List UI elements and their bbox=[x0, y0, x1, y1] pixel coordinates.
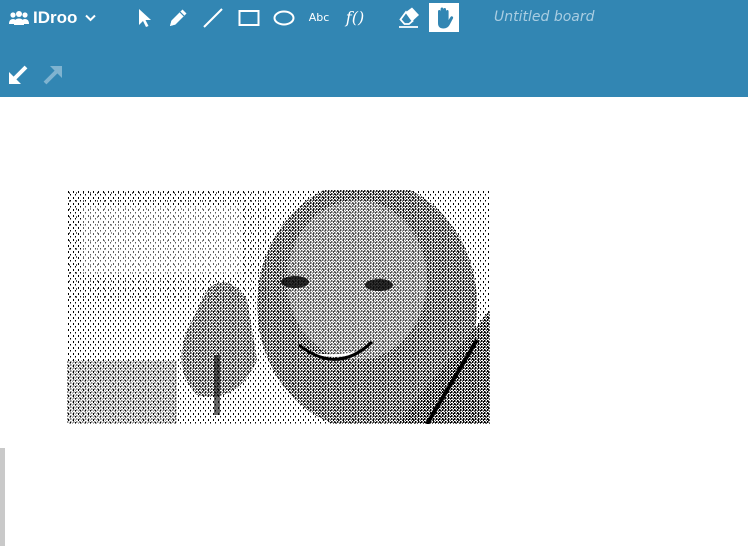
dithered-photo-image bbox=[67, 190, 490, 424]
pencil-tool-button[interactable] bbox=[163, 3, 193, 32]
text-icon: Abc bbox=[308, 11, 330, 24]
app-menu-button[interactable]: IDroo bbox=[8, 6, 97, 30]
rectangle-icon bbox=[238, 9, 260, 27]
ellipse-tool-button[interactable] bbox=[269, 3, 299, 32]
arrow-down-left-icon bbox=[7, 64, 29, 91]
formula-icon: f() bbox=[345, 8, 365, 27]
eraser-icon bbox=[398, 7, 420, 29]
pointer-arrow-icon bbox=[136, 8, 152, 28]
zoom-in-button[interactable] bbox=[41, 65, 65, 89]
group-people-icon bbox=[8, 10, 30, 26]
formula-tool-button[interactable]: f() bbox=[340, 3, 370, 32]
line-tool-button[interactable] bbox=[198, 3, 228, 32]
board-image[interactable] bbox=[67, 190, 490, 424]
text-tool-button[interactable]: Abc bbox=[304, 3, 334, 32]
canvas-scrollbar[interactable] bbox=[0, 448, 5, 546]
ellipse-icon bbox=[273, 9, 295, 27]
board-title[interactable]: Untitled board bbox=[494, 9, 595, 25]
toolbar: IDroo Abc f() Untitled board bbox=[0, 0, 748, 97]
select-tool-button[interactable] bbox=[129, 3, 159, 32]
arrow-up-right-icon bbox=[42, 64, 64, 91]
hand-icon bbox=[433, 6, 455, 30]
chevron-down-icon bbox=[85, 14, 97, 22]
app-name: IDroo bbox=[33, 8, 78, 27]
line-icon bbox=[202, 7, 224, 29]
pencil-icon bbox=[167, 7, 189, 29]
rectangle-tool-button[interactable] bbox=[234, 3, 264, 32]
eraser-tool-button[interactable] bbox=[394, 3, 424, 32]
zoom-out-button[interactable] bbox=[6, 65, 30, 89]
pan-tool-button[interactable] bbox=[429, 3, 459, 32]
